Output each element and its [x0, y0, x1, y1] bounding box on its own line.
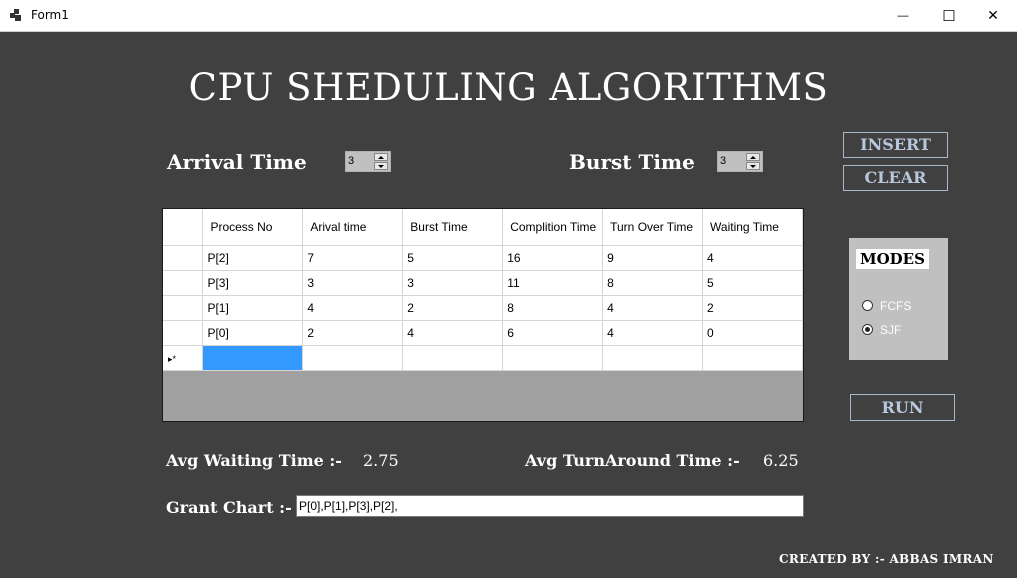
- close-button[interactable]: ✕: [970, 0, 1016, 31]
- burst-time-stepper[interactable]: 3: [717, 151, 763, 172]
- cell[interactable]: 16: [502, 245, 604, 271]
- cell[interactable]: P[1]: [202, 295, 304, 321]
- avg-turnaround-value: 6.25: [763, 451, 799, 470]
- column-header[interactable]: Waiting Time: [702, 209, 803, 246]
- cell[interactable]: 4: [702, 245, 803, 271]
- burst-time-value: 3: [720, 155, 727, 167]
- minimize-button[interactable]: —: [880, 0, 926, 31]
- cell[interactable]: 4: [602, 320, 704, 346]
- arrival-up-button[interactable]: [374, 153, 388, 161]
- credit-label: CREATED BY :- ABBAS IMRAN: [779, 552, 994, 566]
- fcfs-label: FCFS: [880, 299, 912, 313]
- cell[interactable]: 4: [602, 295, 704, 321]
- radio-unchecked-icon: [862, 300, 873, 311]
- avg-waiting-value: 2.75: [363, 451, 399, 470]
- grid-header-row: Process No Arival time Burst Time Compli…: [163, 209, 803, 246]
- column-header[interactable]: Complition Time: [502, 209, 604, 246]
- new-row[interactable]: ▸*: [163, 345, 803, 371]
- cell[interactable]: 2: [402, 295, 504, 321]
- table-row[interactable]: P[2] 7 5 16 9 4: [163, 245, 803, 271]
- row-header[interactable]: [163, 320, 204, 346]
- column-header[interactable]: Turn Over Time: [602, 209, 704, 246]
- run-button[interactable]: RUN: [850, 394, 955, 421]
- arrow-down-icon: [750, 164, 756, 168]
- cell[interactable]: 8: [602, 270, 704, 296]
- selected-cell[interactable]: [202, 345, 304, 371]
- cell[interactable]: P[2]: [202, 245, 304, 271]
- arrow-up-icon: [378, 155, 384, 159]
- sjf-radio[interactable]: SJF: [862, 323, 942, 337]
- cell[interactable]: 6: [502, 320, 604, 346]
- new-row-header[interactable]: ▸*: [163, 345, 204, 371]
- cell[interactable]: [602, 345, 704, 371]
- cell[interactable]: 0: [702, 320, 803, 346]
- arrow-down-icon: [378, 164, 384, 168]
- table-row[interactable]: P[1] 4 2 8 4 2: [163, 295, 803, 321]
- sjf-label: SJF: [880, 323, 902, 337]
- cell[interactable]: 3: [402, 270, 504, 296]
- row-header[interactable]: [163, 295, 204, 321]
- window-title-bar: Form1 — ☐ ✕: [0, 0, 1017, 32]
- row-header[interactable]: [163, 245, 204, 271]
- burst-down-button[interactable]: [746, 162, 760, 170]
- avg-waiting-label: Avg Waiting Time :-: [166, 451, 342, 470]
- page-title: CPU SHEDULING ALGORITHMS: [188, 66, 829, 109]
- table-row[interactable]: P[0] 2 4 6 4 0: [163, 320, 803, 346]
- arrow-up-icon: [750, 155, 756, 159]
- cell[interactable]: 4: [302, 295, 404, 321]
- cell[interactable]: [402, 345, 504, 371]
- modes-title: MODES: [856, 249, 929, 269]
- cell[interactable]: [302, 345, 404, 371]
- gantt-chart-label: Grant Chart :-: [166, 498, 292, 517]
- arrival-time-stepper[interactable]: 3: [345, 151, 391, 172]
- cell[interactable]: [502, 345, 604, 371]
- row-header[interactable]: [163, 270, 204, 296]
- radio-checked-icon: [862, 324, 873, 335]
- fcfs-radio[interactable]: FCFS: [862, 299, 942, 313]
- cell[interactable]: 5: [702, 270, 803, 296]
- clear-button[interactable]: CLEAR: [843, 165, 948, 191]
- arrival-down-button[interactable]: [374, 162, 388, 170]
- cell[interactable]: 11: [502, 270, 604, 296]
- maximize-button[interactable]: ☐: [926, 0, 972, 31]
- column-header[interactable]: Process No: [202, 209, 304, 246]
- cell[interactable]: P[3]: [202, 270, 304, 296]
- window-title: Form1: [31, 8, 69, 22]
- avg-turnaround-label: Avg TurnAround Time :-: [525, 451, 740, 470]
- cell[interactable]: 7: [302, 245, 404, 271]
- cell[interactable]: 9: [602, 245, 704, 271]
- arrival-time-label: Arrival Time: [167, 150, 307, 174]
- column-header[interactable]: Burst Time: [402, 209, 504, 246]
- cell[interactable]: P[0]: [202, 320, 304, 346]
- cell[interactable]: [702, 345, 803, 371]
- cell[interactable]: 3: [302, 270, 404, 296]
- modes-group: MODES FCFS SJF: [849, 238, 948, 360]
- new-row-marker-icon: ▸*: [168, 354, 177, 364]
- row-header-corner: [163, 209, 204, 246]
- cell[interactable]: 2: [702, 295, 803, 321]
- table-row[interactable]: P[3] 3 3 11 8 5: [163, 270, 803, 296]
- close-icon: ✕: [987, 7, 999, 23]
- insert-button[interactable]: INSERT: [843, 132, 948, 158]
- gantt-chart-field[interactable]: P[0],P[1],P[3],P[2],: [296, 495, 804, 517]
- cell[interactable]: 8: [502, 295, 604, 321]
- arrival-time-value: 3: [348, 155, 355, 167]
- column-header[interactable]: Arival time: [302, 209, 404, 246]
- cell[interactable]: 4: [402, 320, 504, 346]
- burst-up-button[interactable]: [746, 153, 760, 161]
- cell[interactable]: 2: [302, 320, 404, 346]
- maximize-icon: ☐: [942, 7, 956, 25]
- process-grid[interactable]: Process No Arival time Burst Time Compli…: [162, 208, 804, 422]
- minimize-icon: —: [897, 9, 909, 22]
- cell[interactable]: 5: [402, 245, 504, 271]
- burst-time-label: Burst Time: [569, 150, 695, 174]
- app-icon: [10, 9, 22, 21]
